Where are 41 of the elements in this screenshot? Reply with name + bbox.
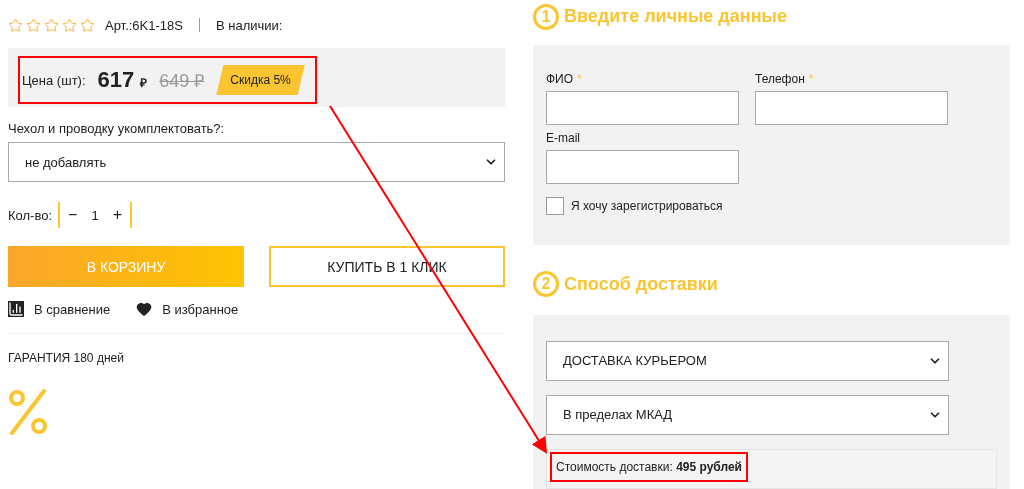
price-label: Цена (шт): (22, 72, 86, 88)
guarantee-text: ГАРАНТИЯ 180 дней (8, 351, 125, 365)
option-select[interactable]: не добавлять (8, 142, 505, 182)
percent-icon (8, 389, 48, 435)
stock-status: В наличии: (215, 17, 283, 33)
article-number: Арт.:6K1-18S (105, 17, 183, 33)
heart-icon (136, 301, 153, 317)
star-icon (26, 17, 41, 33)
option-label: Чехол и проводку укомплектовать?: (8, 121, 226, 136)
section-title: Способ доставки (564, 273, 718, 295)
field-label: E-mail (546, 130, 580, 145)
delivery-select[interactable]: В пределах МКАД (546, 395, 949, 435)
favorite-link[interactable]: В избранное (136, 301, 239, 317)
register-checkbox[interactable] (546, 196, 564, 215)
compare-link[interactable]: В сравнение (8, 301, 111, 317)
checkbox-label: Я хочу зарегистрироваться (571, 198, 723, 213)
quantity-label: Кол-во: (8, 207, 53, 223)
section-title: Введите личные данные (564, 6, 787, 28)
price-value: 617 (97, 67, 135, 93)
field-label: ФИО (546, 71, 574, 86)
quantity-value: 1 (91, 207, 99, 223)
discount-badge: Скидка 5% (216, 65, 305, 95)
minus-button[interactable]: − (68, 206, 78, 224)
star-icon (80, 17, 95, 33)
step-number: 2 (533, 271, 559, 297)
delivery-select[interactable]: ДОСТАВКА КУРЬЕРОМ (546, 341, 949, 381)
plus-button[interactable]: + (112, 206, 122, 224)
old-price: 649 ₽ (159, 70, 205, 92)
chart-icon (8, 301, 24, 317)
input-field[interactable] (755, 90, 948, 125)
delivery-cost: Стоимость доставки: 495 рублей (556, 460, 742, 474)
star-icon (44, 17, 59, 33)
star-icon (62, 17, 77, 33)
field-label: Телефон (755, 71, 805, 86)
step-number: 1 (533, 3, 559, 30)
input-field[interactable] (546, 90, 739, 125)
input-field[interactable] (546, 149, 739, 184)
star-icon (8, 17, 23, 33)
required-mark: * (808, 71, 814, 86)
currency-sign: ₽ (140, 75, 148, 91)
required-mark: * (577, 71, 582, 86)
